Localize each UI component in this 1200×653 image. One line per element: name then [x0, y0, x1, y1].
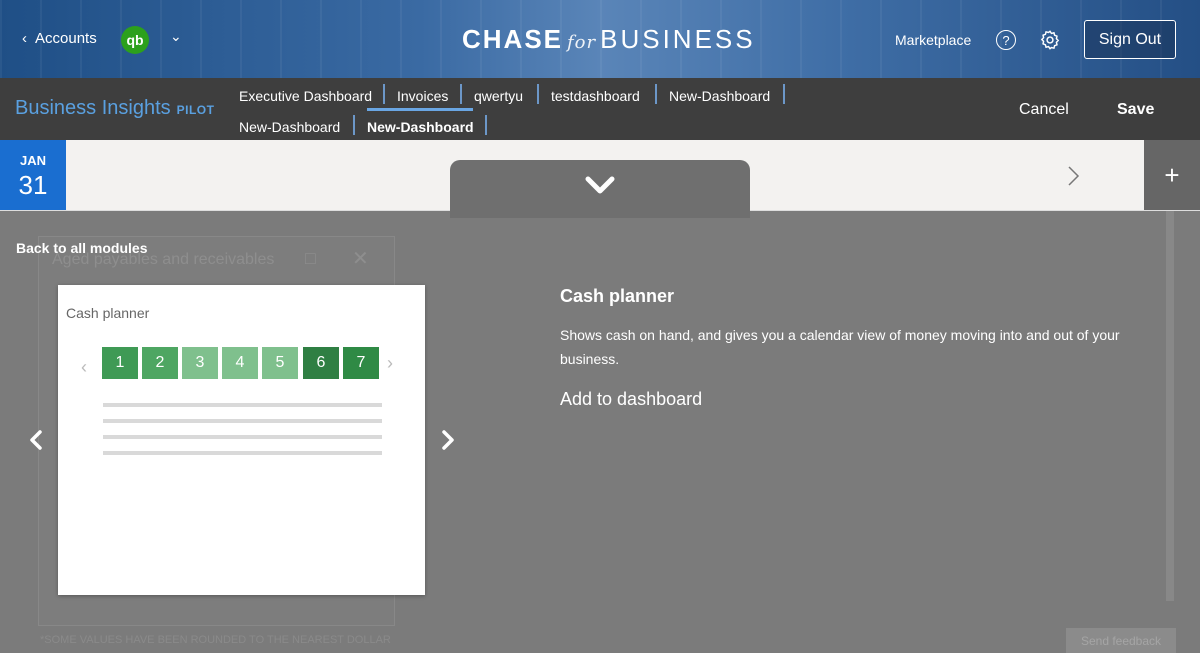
- preview-placeholder-line: [103, 403, 382, 407]
- chevron-left-icon: ‹: [22, 30, 27, 47]
- tab-divider: [537, 84, 539, 104]
- next-module-arrow-icon[interactable]: [440, 429, 456, 451]
- tab-hover-underline: [367, 108, 473, 111]
- preview-day: 6: [303, 347, 339, 379]
- preview-placeholder-line: [103, 451, 382, 455]
- send-feedback-button[interactable]: Send feedback: [1066, 628, 1176, 653]
- preview-day: 2: [142, 347, 178, 379]
- chevron-right-icon: ›: [387, 353, 393, 373]
- accounts-link[interactable]: ‹ Accounts: [22, 30, 97, 47]
- scrollbar[interactable]: [1166, 211, 1174, 601]
- preview-day: 5: [262, 347, 298, 379]
- chevron-down-icon[interactable]: [584, 174, 616, 198]
- chevron-down-icon[interactable]: ⌄: [170, 28, 182, 45]
- rounding-footnote: *SOME VALUES HAVE BEEN ROUNDED TO THE NE…: [40, 634, 391, 646]
- cancel-button[interactable]: Cancel: [1019, 101, 1069, 119]
- business-insights-title: Business Insights PILOT: [15, 97, 215, 119]
- collapse-drawer-tab[interactable]: [450, 160, 750, 218]
- pilot-badge: PILOT: [176, 103, 215, 117]
- previous-module-arrow-icon[interactable]: [28, 429, 44, 451]
- date-day: 31: [18, 170, 48, 200]
- quickbooks-logo[interactable]: qb: [121, 26, 149, 54]
- expand-icon: □: [305, 248, 316, 268]
- tab-divider: [460, 84, 462, 104]
- top-bar: ‹ Accounts qb ⌄ CHASE for BUSINESS Marketp…: [0, 0, 1200, 78]
- tab-qwertyu[interactable]: qwertyu: [474, 88, 523, 104]
- date-month: JAN: [19, 153, 46, 168]
- brand-logo: CHASE for BUSINESS: [462, 24, 756, 54]
- add-module-button[interactable]: +: [1144, 140, 1200, 210]
- tab-invoices[interactable]: Invoices: [397, 88, 448, 104]
- preview-day: 7: [343, 347, 379, 379]
- preview-day: 3: [182, 347, 218, 379]
- tab-divider: [783, 84, 785, 104]
- chevron-right-icon[interactable]: [1066, 164, 1082, 188]
- add-to-dashboard-link[interactable]: Add to dashboard: [560, 389, 702, 410]
- accounts-label: Accounts: [35, 30, 97, 47]
- module-preview-card: Cash planner ‹ 1 2 3 4 5 6 7 ›: [58, 285, 425, 595]
- preview-placeholder-line: [103, 419, 382, 423]
- chevron-left-icon: ‹: [81, 357, 87, 377]
- back-to-modules-link[interactable]: Back to all modules: [16, 240, 147, 256]
- tab-divider: [655, 84, 657, 104]
- tab-divider: [383, 84, 385, 104]
- dashboard-tab-bar: Business Insights PILOT Executive Dashboa…: [0, 78, 1200, 140]
- tab-divider: [353, 115, 355, 135]
- close-icon: ✕: [352, 248, 369, 270]
- tab-new-dashboard[interactable]: New-Dashboard: [669, 88, 770, 104]
- tab-executive-dashboard[interactable]: Executive Dashboard: [239, 88, 372, 104]
- tab-new-dashboard-active[interactable]: New-Dashboard: [367, 119, 474, 135]
- marketplace-link[interactable]: Marketplace: [895, 32, 971, 48]
- module-detail-title: Cash planner: [560, 286, 675, 306]
- sign-out-button[interactable]: Sign Out: [1084, 20, 1176, 59]
- save-button[interactable]: Save: [1117, 101, 1154, 119]
- preview-day: 4: [222, 347, 258, 379]
- tab-new-dashboard[interactable]: New-Dashboard: [239, 119, 340, 135]
- gear-icon[interactable]: [1039, 29, 1061, 51]
- module-detail-description: Shows cash on hand, and gives you a cale…: [560, 327, 1120, 367]
- help-icon[interactable]: ?: [996, 30, 1016, 50]
- preview-title: Cash planner: [66, 305, 150, 321]
- date-badge: JAN 31: [0, 140, 66, 210]
- preview-day: 1: [102, 347, 138, 379]
- preview-placeholder-line: [103, 435, 382, 439]
- tab-divider: [485, 115, 487, 135]
- tab-testdashboard[interactable]: testdashboard: [551, 88, 640, 104]
